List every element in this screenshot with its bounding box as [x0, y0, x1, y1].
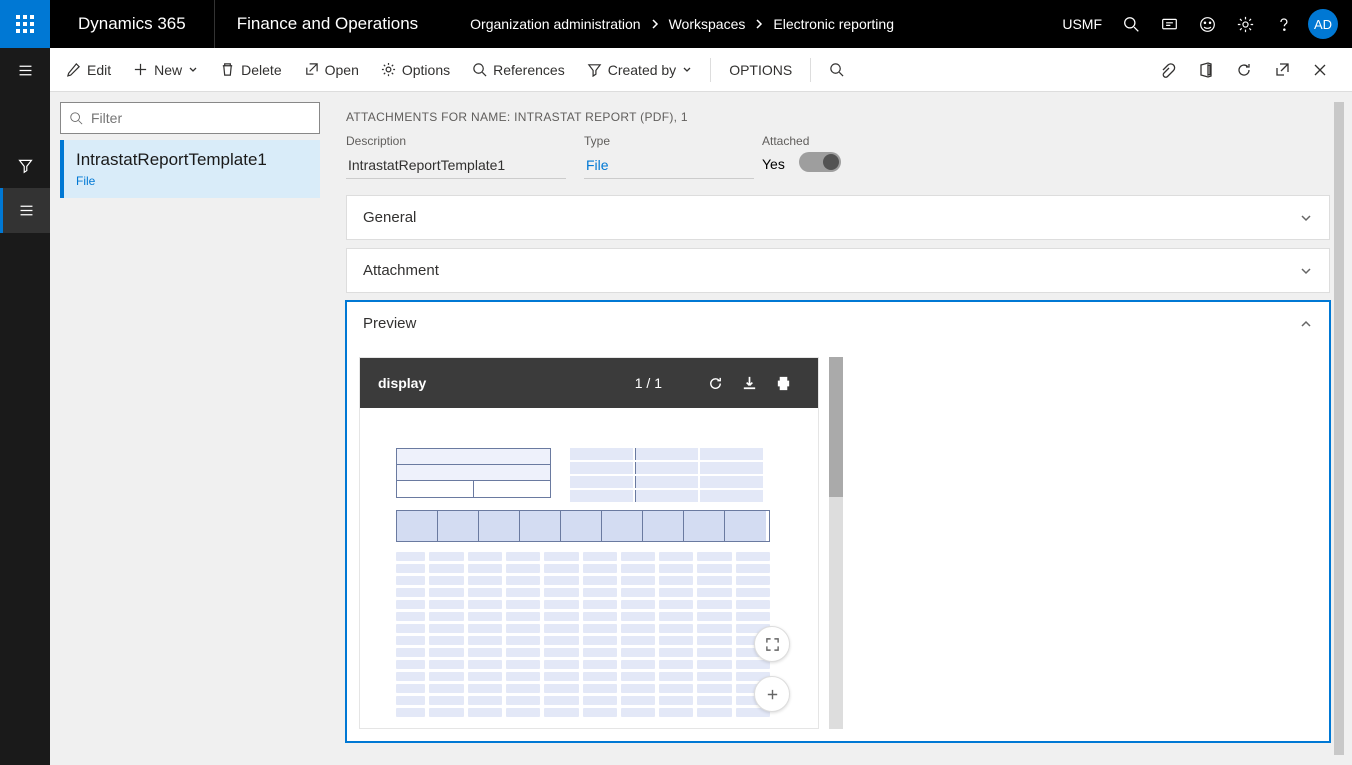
pdf-scrollbar[interactable] — [829, 357, 843, 729]
fit-button[interactable] — [754, 626, 790, 662]
detail-header: ATTACHMENTS FOR NAME: INTRASTAT REPORT (… — [346, 110, 1330, 124]
breadcrumb: Organization administration Workspaces E… — [440, 16, 894, 32]
rotate-button[interactable] — [698, 375, 732, 392]
legal-entity-label[interactable]: USMF — [1052, 16, 1112, 32]
references-label: References — [493, 62, 565, 78]
attach-button[interactable] — [1150, 54, 1186, 86]
preview-title: Preview — [363, 315, 416, 332]
pdf-page-content — [360, 408, 818, 728]
breadcrumb-item[interactable]: Electronic reporting — [773, 16, 894, 32]
search-icon — [69, 111, 83, 125]
general-section: General — [346, 195, 1330, 240]
pdf-toolbar: display 1 / 1 — [360, 358, 818, 408]
list-item[interactable]: IntrastatReportTemplate1 File — [60, 140, 320, 198]
attachment-title: Attachment — [363, 262, 439, 279]
open-label: Open — [325, 62, 359, 78]
app-launcher-button[interactable] — [0, 0, 50, 48]
chevron-down-icon — [1299, 264, 1313, 278]
user-avatar[interactable]: AD — [1308, 9, 1338, 39]
pdf-page-indicator: 1 / 1 — [635, 375, 662, 391]
options-tab-button[interactable]: OPTIONS — [719, 54, 802, 86]
general-section-header[interactable]: General — [347, 196, 1329, 239]
description-label: Description — [346, 134, 566, 148]
description-value[interactable]: IntrastatReportTemplate1 — [346, 152, 566, 179]
attachment-section: Attachment — [346, 248, 1330, 293]
general-title: General — [363, 209, 416, 226]
download-button[interactable] — [732, 375, 766, 392]
chevron-right-icon — [649, 18, 661, 30]
menu-toggle-button[interactable] — [0, 48, 50, 93]
list-item-name: IntrastatReportTemplate1 — [76, 150, 308, 170]
top-right-controls: USMF AD — [1052, 0, 1352, 48]
messages-button[interactable] — [1150, 0, 1188, 48]
chevron-down-icon — [682, 65, 692, 75]
chevron-down-icon — [188, 65, 198, 75]
left-navigation-rail — [0, 48, 50, 765]
type-label: Type — [584, 134, 744, 148]
options-button[interactable]: Options — [371, 54, 460, 86]
chevron-up-icon — [1299, 317, 1313, 331]
new-button[interactable]: New — [123, 54, 208, 86]
references-button[interactable]: References — [462, 54, 575, 86]
feedback-button[interactable] — [1188, 0, 1226, 48]
filter-input[interactable] — [91, 110, 311, 126]
action-pane: Edit New Delete Open Options References … — [50, 48, 1352, 92]
find-button[interactable] — [819, 54, 854, 86]
chevron-right-icon — [753, 18, 765, 30]
preview-section: Preview display 1 / 1 — [346, 301, 1330, 742]
brand-label: Dynamics 365 — [50, 0, 214, 48]
divider — [710, 58, 711, 82]
avatar-initials: AD — [1314, 17, 1332, 32]
open-button[interactable]: Open — [294, 54, 369, 86]
popout-button[interactable] — [1264, 54, 1300, 86]
list-pane: IntrastatReportTemplate1 File — [50, 92, 330, 765]
module-label: Finance and Operations — [215, 0, 440, 48]
breadcrumb-item[interactable]: Workspaces — [669, 16, 746, 32]
type-value[interactable]: File — [584, 152, 754, 179]
close-button[interactable] — [1302, 54, 1338, 86]
preview-section-header[interactable]: Preview — [347, 302, 1329, 345]
help-button[interactable] — [1264, 0, 1302, 48]
pdf-viewer: display 1 / 1 — [359, 357, 819, 729]
list-rail-button[interactable] — [0, 188, 50, 233]
delete-label: Delete — [241, 62, 281, 78]
attached-toggle[interactable] — [799, 152, 841, 172]
filter-rail-button[interactable] — [0, 143, 50, 188]
attachment-section-header[interactable]: Attachment — [347, 249, 1329, 292]
refresh-button[interactable] — [1226, 54, 1262, 86]
delete-button[interactable]: Delete — [210, 54, 291, 86]
createdby-label: Created by — [608, 62, 676, 78]
divider — [810, 58, 811, 82]
edit-button[interactable]: Edit — [56, 54, 121, 86]
pdf-name: display — [378, 375, 426, 391]
edit-label: Edit — [87, 62, 111, 78]
search-button[interactable] — [1112, 0, 1150, 48]
filter-box[interactable] — [60, 102, 320, 134]
createdby-button[interactable]: Created by — [577, 54, 702, 86]
detail-pane: ATTACHMENTS FOR NAME: INTRASTAT REPORT (… — [330, 92, 1352, 765]
new-label: New — [154, 62, 182, 78]
options2-label: OPTIONS — [729, 62, 792, 78]
office-button[interactable] — [1188, 54, 1224, 86]
attached-value: Yes — [762, 156, 785, 172]
zoom-in-button[interactable] — [754, 676, 790, 712]
print-button[interactable] — [766, 375, 800, 392]
chevron-down-icon — [1299, 211, 1313, 225]
breadcrumb-item[interactable]: Organization administration — [470, 16, 640, 32]
options-label: Options — [402, 62, 450, 78]
settings-button[interactable] — [1226, 0, 1264, 48]
scrollbar[interactable] — [1334, 102, 1344, 755]
top-navigation-bar: Dynamics 365 Finance and Operations Orga… — [0, 0, 1352, 48]
list-item-type: File — [76, 174, 308, 188]
attached-label: Attached — [762, 134, 841, 148]
